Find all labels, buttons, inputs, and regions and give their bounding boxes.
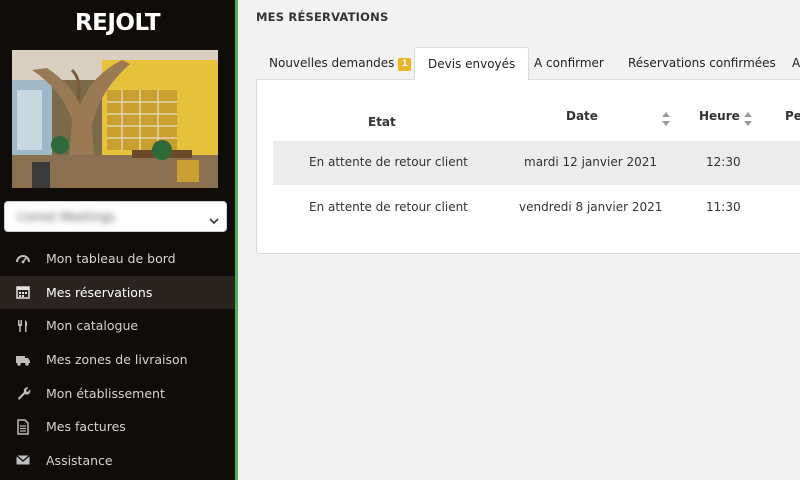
sidebar-item-label: Mon catalogue	[46, 318, 139, 334]
document-icon	[15, 419, 31, 435]
utensils-icon	[15, 318, 31, 334]
cell-heure: 11:30	[706, 200, 741, 214]
sidebar-item-establishment[interactable]: Mon établissement	[0, 376, 235, 410]
reservations-table: Etat Date Heure Per En attente de retour…	[256, 80, 800, 254]
tab-more[interactable]: A	[779, 47, 800, 80]
calendar-icon	[15, 284, 31, 300]
tab-to-confirm[interactable]: A confirmer	[521, 47, 617, 80]
sidebar-item-delivery-zones[interactable]: Mes zones de livraison	[0, 343, 235, 377]
sidebar-item-reservations[interactable]: Mes réservations	[0, 275, 235, 310]
tab-label: Réservations confirmées	[628, 56, 776, 70]
sidebar-item-label: Mon établissement	[46, 385, 165, 401]
sidebar-item-label: Assistance	[46, 452, 113, 468]
sidebar-item-invoices[interactable]: Mes factures	[0, 410, 235, 444]
sidebar-nav: Mon tableau de bord Mes réservations Mon…	[0, 242, 235, 477]
sidebar-item-label: Mon tableau de bord	[46, 251, 176, 267]
sidebar: REJOLT Comet Meetings Mon tableau de bor…	[0, 0, 235, 480]
column-header-personnes[interactable]: Per	[785, 109, 800, 123]
column-header-date[interactable]: Date	[566, 109, 598, 123]
chevron-down-icon	[209, 211, 219, 230]
table-row[interactable]: En attente de retour client vendredi 8 j…	[273, 186, 800, 230]
sidebar-item-label: Mes zones de livraison	[46, 352, 188, 368]
sidebar-item-dashboard[interactable]: Mon tableau de bord	[0, 242, 235, 276]
sidebar-item-label: Mes réservations	[46, 284, 153, 300]
count-badge: 1	[398, 58, 411, 71]
tab-label: Nouvelles demandes	[269, 56, 395, 70]
sort-icon[interactable]	[662, 110, 670, 128]
tab-label: Devis envoyés	[428, 57, 516, 71]
establishment-select-value: Comet Meetings	[17, 210, 115, 224]
sidebar-item-catalogue[interactable]: Mon catalogue	[0, 309, 235, 343]
sort-icon[interactable]	[744, 110, 752, 128]
reservation-tabs: Nouvelles demandes 1 Devis envoyés A conf…	[256, 47, 800, 81]
venue-photo	[12, 50, 218, 188]
tab-confirmed[interactable]: Réservations confirmées	[615, 47, 789, 80]
tab-label: A confirmer	[534, 56, 604, 70]
establishment-select[interactable]: Comet Meetings	[4, 201, 227, 232]
tab-quotes-sent[interactable]: Devis envoyés	[414, 47, 530, 81]
column-header-etat[interactable]: Etat	[368, 115, 396, 129]
cell-date: mardi 12 janvier 2021	[524, 155, 658, 169]
envelope-icon	[15, 452, 31, 468]
brand-logo[interactable]: REJOLT	[0, 10, 235, 36]
dashboard-icon	[15, 251, 31, 267]
cell-date: vendredi 8 janvier 2021	[519, 200, 663, 214]
cell-etat: En attente de retour client	[309, 200, 468, 214]
wrench-icon	[15, 385, 31, 401]
column-header-heure[interactable]: Heure	[699, 109, 740, 123]
table-row[interactable]: En attente de retour client mardi 12 jan…	[273, 141, 800, 185]
tab-new-requests[interactable]: Nouvelles demandes 1	[256, 47, 424, 80]
sidebar-divider	[235, 0, 238, 480]
sidebar-item-assistance[interactable]: Assistance	[0, 444, 235, 478]
sidebar-item-label: Mes factures	[46, 419, 126, 435]
cell-etat: En attente de retour client	[309, 155, 468, 169]
truck-icon	[15, 352, 31, 368]
tab-label: A	[792, 56, 800, 70]
page-title: MES RÉSERVATIONS	[256, 10, 389, 24]
cell-heure: 12:30	[706, 155, 741, 169]
